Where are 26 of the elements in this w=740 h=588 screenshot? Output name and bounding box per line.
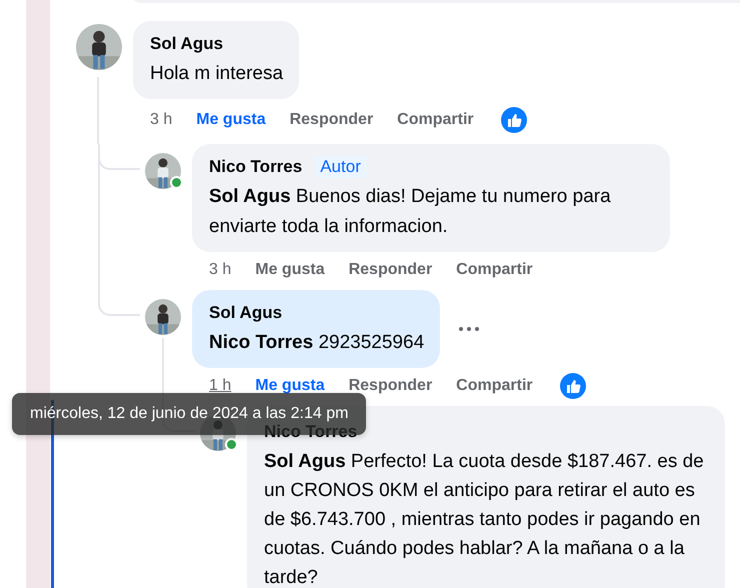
author-name[interactable]: Sol Agus bbox=[150, 33, 224, 55]
comment-text: Hola m interesa bbox=[150, 62, 284, 86]
avatar[interactable] bbox=[145, 153, 181, 189]
share-link[interactable]: Compartir bbox=[397, 111, 474, 129]
comment-time-link[interactable]: 1 h bbox=[209, 377, 232, 395]
avatar[interactable] bbox=[145, 299, 181, 335]
reply-link[interactable]: Responder bbox=[348, 377, 432, 395]
share-link[interactable]: Compartir bbox=[456, 261, 533, 279]
more-options-icon[interactable] bbox=[458, 326, 480, 332]
comment-text: Sol Agus Buenos dias! Dejame tu numero para enviarte toda la informacion. bbox=[209, 185, 612, 239]
author-name[interactable]: Sol Agus bbox=[209, 302, 282, 324]
author-badge: Autor bbox=[314, 156, 367, 178]
share-link[interactable]: Compartir bbox=[456, 377, 533, 395]
like-link[interactable]: Me gusta bbox=[196, 111, 266, 129]
like-reaction-icon[interactable] bbox=[560, 373, 586, 399]
reply-link[interactable]: Responder bbox=[348, 261, 432, 279]
comment-time-link[interactable]: 3 h bbox=[150, 111, 172, 129]
comment-time-link[interactable]: 3 h bbox=[209, 261, 232, 279]
like-link[interactable]: Me gusta bbox=[255, 377, 325, 395]
avatar[interactable] bbox=[76, 24, 122, 70]
comment-text: Sol Agus Perfecto! La cuota desde $187.467. es de un CRONOS 0KM el anticipo para retirar el auto es de $6.743.700 , mientras tanto podes ir pagando en cuotas. Cuándo podes hablar? A la mañana o a la tarde? bbox=[264, 450, 705, 588]
like-link[interactable]: Me gusta bbox=[255, 261, 325, 279]
author-name[interactable]: Nico Torres bbox=[209, 156, 302, 178]
comment-text: Nico Torres 2923525964 bbox=[209, 331, 424, 355]
like-reaction-icon[interactable] bbox=[500, 107, 527, 133]
reply-link[interactable]: Responder bbox=[290, 111, 374, 129]
